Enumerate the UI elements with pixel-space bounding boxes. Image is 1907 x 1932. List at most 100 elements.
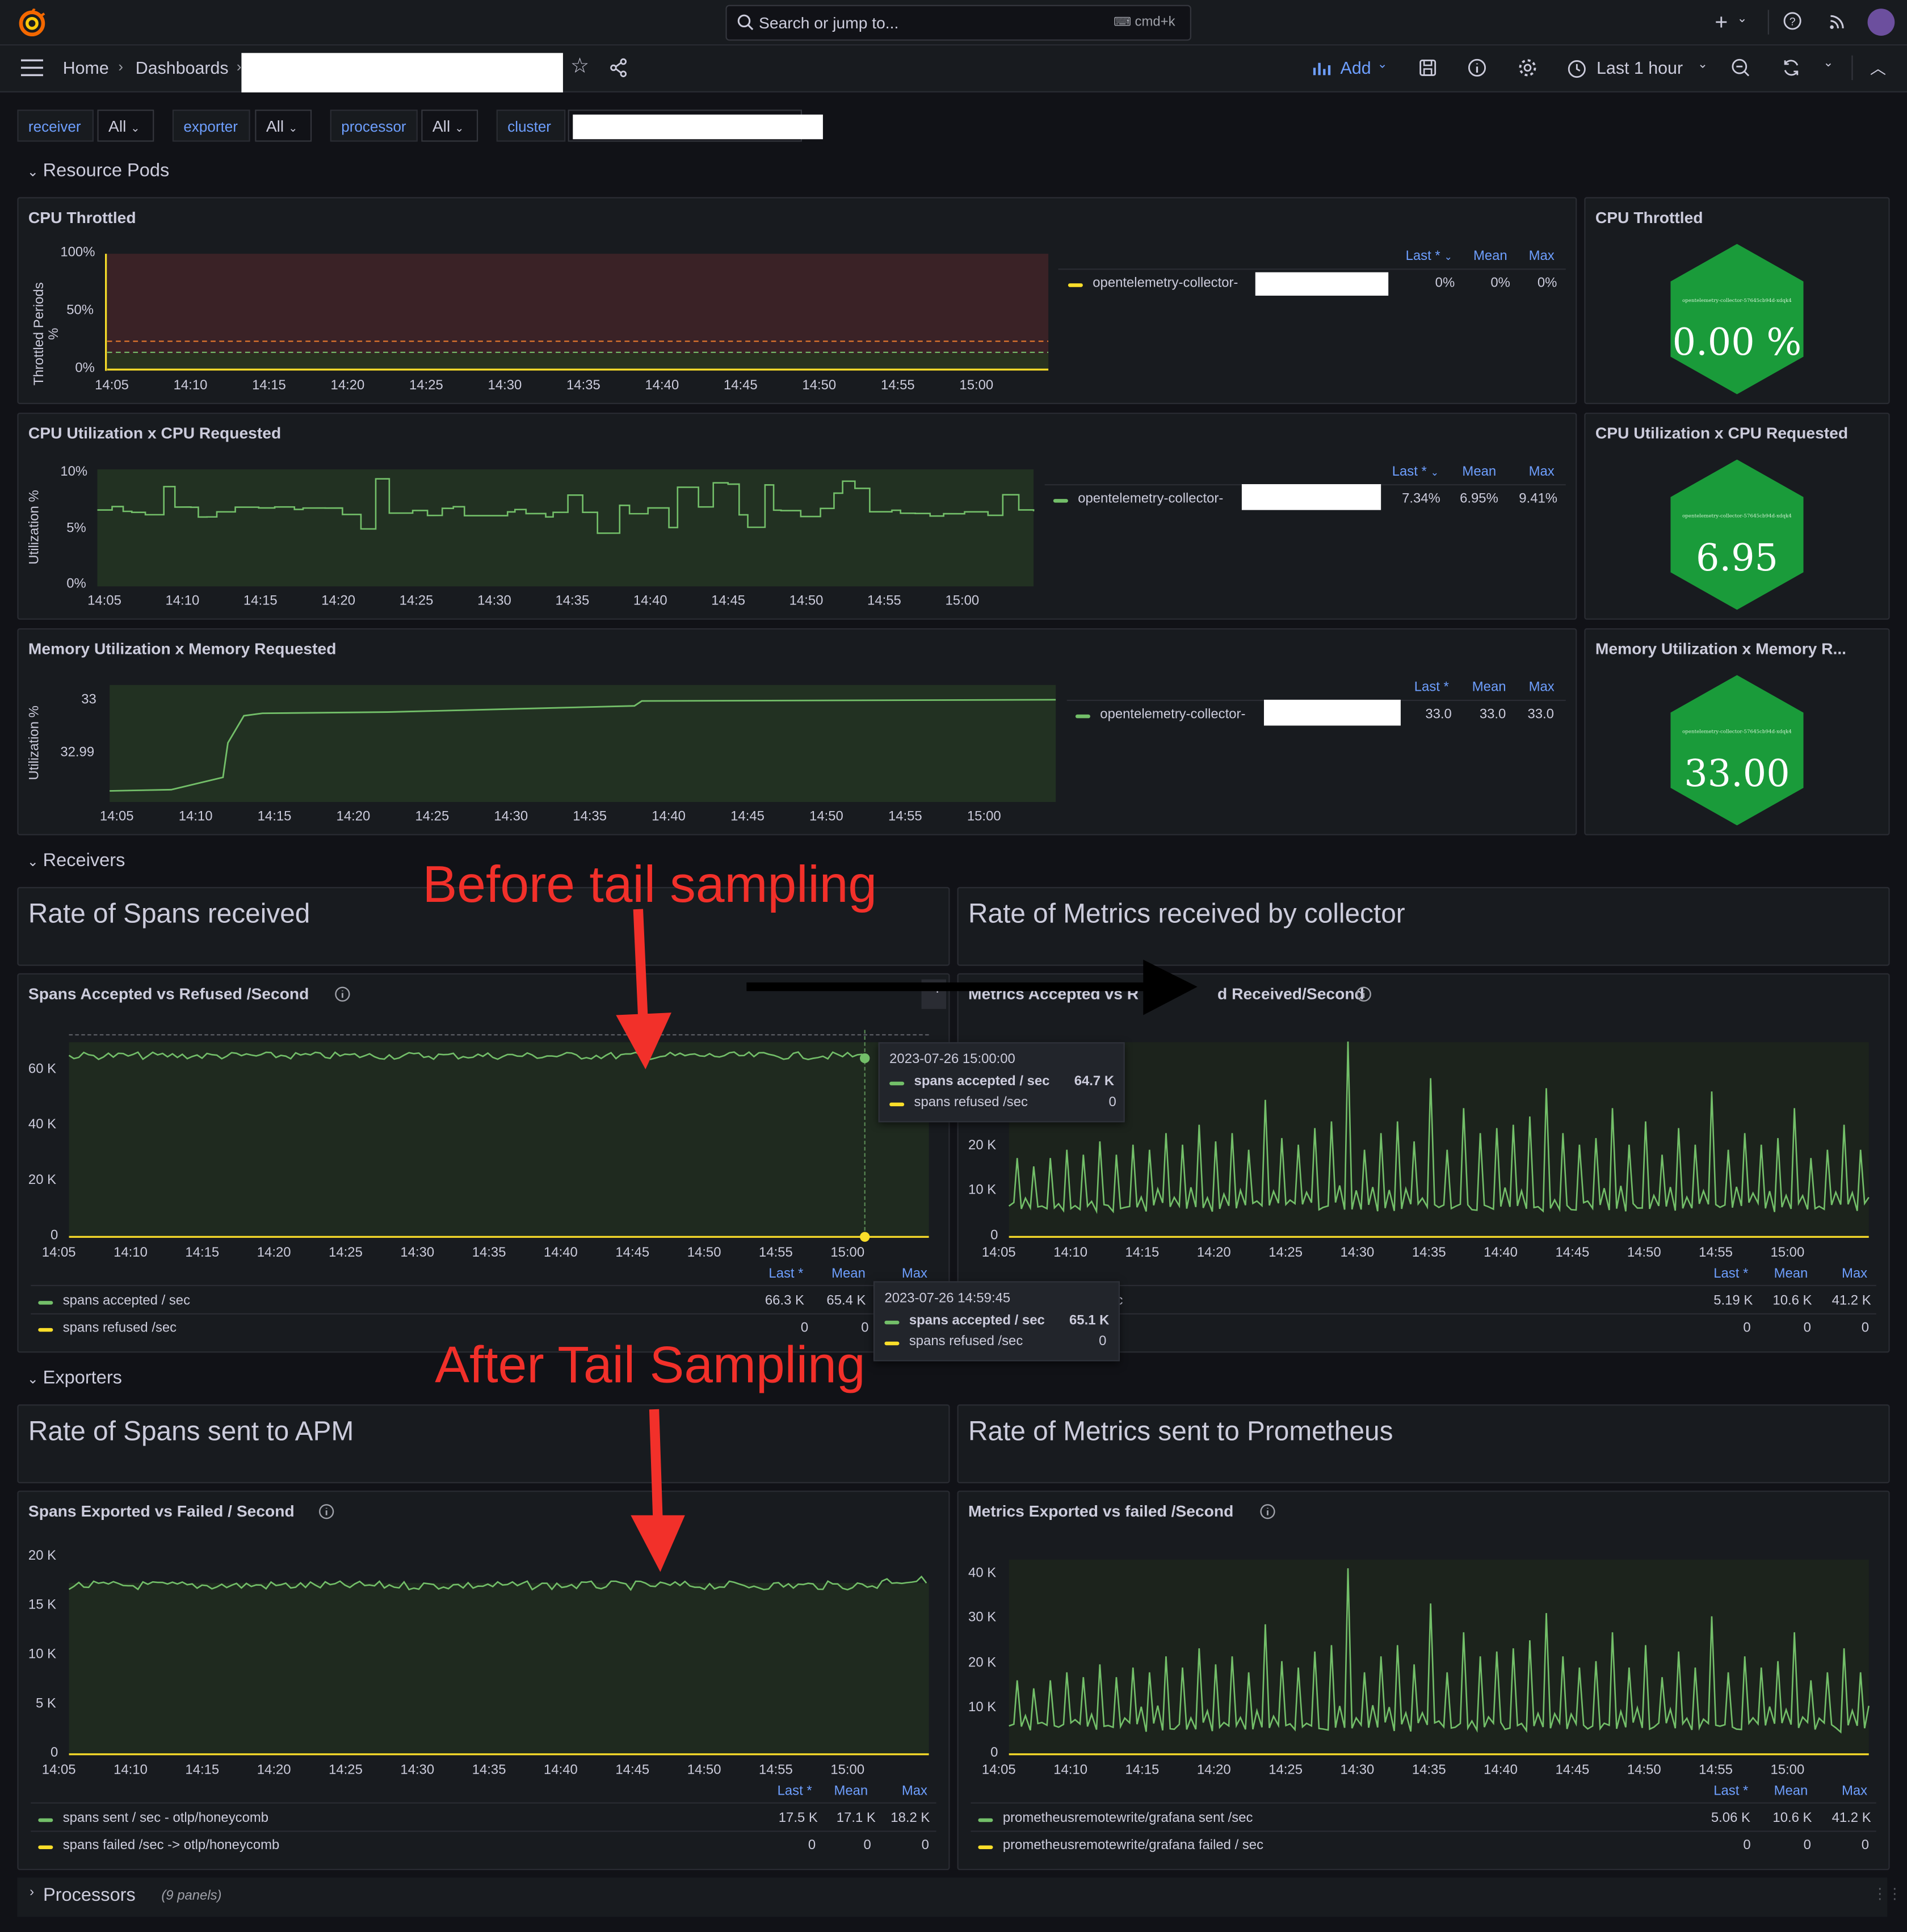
x-tick: 14:35	[1412, 1763, 1446, 1778]
tooltip-series-name: spans accepted / sec	[909, 1313, 1045, 1328]
variable-select-receiver[interactable]: All ⌄	[97, 110, 154, 142]
legend-mean: 10.6 K	[1772, 1293, 1812, 1309]
legend-series-name[interactable]: opentelemetry-collector-	[1078, 492, 1223, 506]
legend-last: 0	[808, 1838, 816, 1853]
legend-last: 5.06 K	[1711, 1811, 1750, 1826]
breadcrumb-separator-icon: ›	[236, 58, 242, 75]
stat-cpu-throttled[interactable]: CPU Throttled opentelemetry-collector-57…	[1584, 197, 1890, 404]
row-exporters[interactable]: ⌄ Exporters	[27, 1367, 122, 1388]
drag-handle-icon[interactable]: ⋮⋮	[1872, 1885, 1902, 1902]
legend-header-last[interactable]: Last *	[1713, 1784, 1748, 1799]
save-icon[interactable]	[1418, 58, 1438, 78]
divider	[1851, 55, 1853, 81]
chevron-up-icon[interactable]: ︿	[1870, 56, 1886, 79]
variable-label-processor: processor	[330, 110, 418, 142]
legend-header-mean[interactable]: Mean	[1462, 464, 1496, 479]
x-tick: 14:45	[723, 378, 758, 393]
panel-memory-utilization[interactable]: Memory Utilization x Memory Requested Ut…	[17, 628, 1577, 835]
chevron-down-icon: ⌄	[288, 121, 298, 135]
tooltip-series-name: spans refused /sec	[909, 1334, 1023, 1349]
panel-metrics-exported-failed[interactable]: Metrics Exported vs failed /Second 40 K …	[957, 1490, 1890, 1870]
refresh-icon[interactable]	[1782, 58, 1801, 78]
legend-header-last[interactable]: Last *	[1414, 680, 1449, 695]
legend-series-name[interactable]: spans accepted / sec	[63, 1293, 190, 1308]
legend-header-max[interactable]: Max	[1842, 1266, 1867, 1281]
tooltip-time: 2023-07-26 14:59:45	[884, 1291, 1011, 1306]
new-plus-icon[interactable]: +	[1715, 10, 1728, 36]
legend-series-name[interactable]: spans refused /sec	[63, 1321, 177, 1335]
legend-mean: 33.0	[1479, 707, 1506, 722]
panel-cpu-throttled[interactable]: CPU Throttled Throttled Periods % 100% 5…	[17, 197, 1577, 404]
legend-header-last[interactable]: Last * ⌄	[1406, 249, 1452, 263]
legend-header-last[interactable]: Last *	[1713, 1266, 1748, 1281]
legend-header-max[interactable]: Max	[902, 1266, 927, 1281]
stat-cpu-utilization[interactable]: CPU Utilization x CPU Requested opentele…	[1584, 413, 1890, 620]
legend-header-mean[interactable]: Mean	[1774, 1266, 1808, 1281]
x-tick: 14:05	[41, 1763, 76, 1778]
time-range-picker[interactable]: Last 1 hour ⌄	[1567, 57, 1712, 81]
legend-header-max[interactable]: Max	[1529, 680, 1555, 695]
tooltip-time: 2023-07-26 15:00:00	[889, 1052, 1015, 1067]
menu-hamburger-icon[interactable]	[20, 59, 43, 77]
star-icon[interactable]: ☆	[570, 54, 589, 79]
legend-header-mean[interactable]: Mean	[1473, 249, 1507, 263]
panel-spans-accepted-refused[interactable]: Spans Accepted vs Refused /Second ⋮ 60 K…	[17, 973, 950, 1353]
x-tick: 14:15	[1125, 1245, 1160, 1261]
row-processors[interactable]: › Processors (9 panels) ⋮⋮	[17, 1877, 1902, 1917]
info-icon[interactable]	[1467, 58, 1487, 78]
stat-hexagon	[1670, 243, 1804, 394]
x-tick: 14:25	[409, 378, 443, 393]
legend-series-name[interactable]: spans sent / sec - otlp/honeycomb	[63, 1811, 268, 1826]
x-tick: 14:10	[1053, 1763, 1087, 1778]
legend-swatch	[889, 1081, 905, 1086]
legend-header-mean[interactable]: Mean	[831, 1266, 866, 1281]
breadcrumb-home[interactable]: Home	[63, 58, 109, 78]
panel-cpu-utilization[interactable]: CPU Utilization x CPU Requested Utilizat…	[17, 413, 1577, 620]
news-rss-icon[interactable]	[1828, 11, 1848, 31]
text-panel-metrics-received: Rate of Metrics received by collector	[957, 887, 1890, 966]
variable-select-exporter[interactable]: All ⌄	[255, 110, 312, 142]
help-icon[interactable]: ?	[1783, 11, 1803, 31]
legend-series-name[interactable]: prometheusremotewrite/grafana sent /sec	[1003, 1811, 1253, 1826]
y-tick: 5%	[66, 521, 86, 536]
panel-text: Rate of Spans sent to APM	[28, 1415, 354, 1447]
legend-header-max[interactable]: Max	[1529, 249, 1555, 263]
grafana-logo-icon[interactable]	[17, 9, 47, 38]
legend-header-max[interactable]: Max	[1529, 464, 1555, 479]
legend-header-last[interactable]: Last *	[778, 1784, 812, 1799]
x-tick: 14:10	[1053, 1245, 1087, 1261]
legend-header-last[interactable]: Last * ⌄	[1392, 464, 1439, 479]
panel-spans-exported-failed[interactable]: Spans Exported vs Failed / Second 20 K 1…	[17, 1490, 950, 1870]
legend-series-name[interactable]: prometheusremotewrite/grafana failed / s…	[1003, 1838, 1263, 1853]
legend-header-last[interactable]: Last *	[768, 1266, 803, 1281]
legend-header-mean[interactable]: Mean	[1774, 1784, 1808, 1799]
legend-max: 0%	[1537, 276, 1557, 291]
breadcrumb-dashboards[interactable]: Dashboards	[136, 58, 229, 78]
user-avatar[interactable]	[1867, 9, 1895, 36]
share-icon[interactable]	[608, 58, 628, 78]
x-tick: 14:55	[867, 594, 901, 609]
legend-header-mean[interactable]: Mean	[1472, 680, 1506, 695]
annotation-after-tail-sampling: After Tail Sampling	[435, 1335, 866, 1393]
zoom-out-icon[interactable]	[1731, 58, 1751, 78]
legend-series-name[interactable]: opentelemetry-collector-	[1100, 707, 1245, 722]
chevron-down-icon[interactable]: ⌄	[1737, 12, 1747, 26]
legend-header-mean[interactable]: Mean	[834, 1784, 868, 1799]
y-tick: 15 K	[28, 1598, 57, 1613]
variable-label-cluster: cluster	[496, 110, 566, 142]
search-input[interactable]: Search or jump to... ⌨ cmd+k	[725, 5, 1191, 41]
y-tick: 40 K	[28, 1117, 57, 1132]
row-resource-pods[interactable]: ⌄ Resource Pods	[27, 160, 169, 181]
stat-memory-utilization[interactable]: Memory Utilization x Memory R... opentel…	[1584, 628, 1890, 835]
chevron-down-icon[interactable]: ⌄	[1823, 57, 1833, 70]
legend-series-name[interactable]: opentelemetry-collector-	[1093, 276, 1238, 291]
tooltip-value: 0	[1099, 1334, 1107, 1349]
x-tick: 14:05	[41, 1245, 76, 1261]
variable-select-processor[interactable]: All ⌄	[421, 110, 478, 142]
row-receivers[interactable]: ⌄ Receivers	[27, 850, 125, 871]
legend-header-max[interactable]: Max	[1842, 1784, 1867, 1799]
legend-series-name[interactable]: spans failed /sec -> otlp/honeycomb	[63, 1838, 280, 1853]
plot-area	[69, 1042, 929, 1237]
settings-gear-icon[interactable]	[1518, 58, 1538, 78]
legend-header-max[interactable]: Max	[902, 1784, 927, 1799]
